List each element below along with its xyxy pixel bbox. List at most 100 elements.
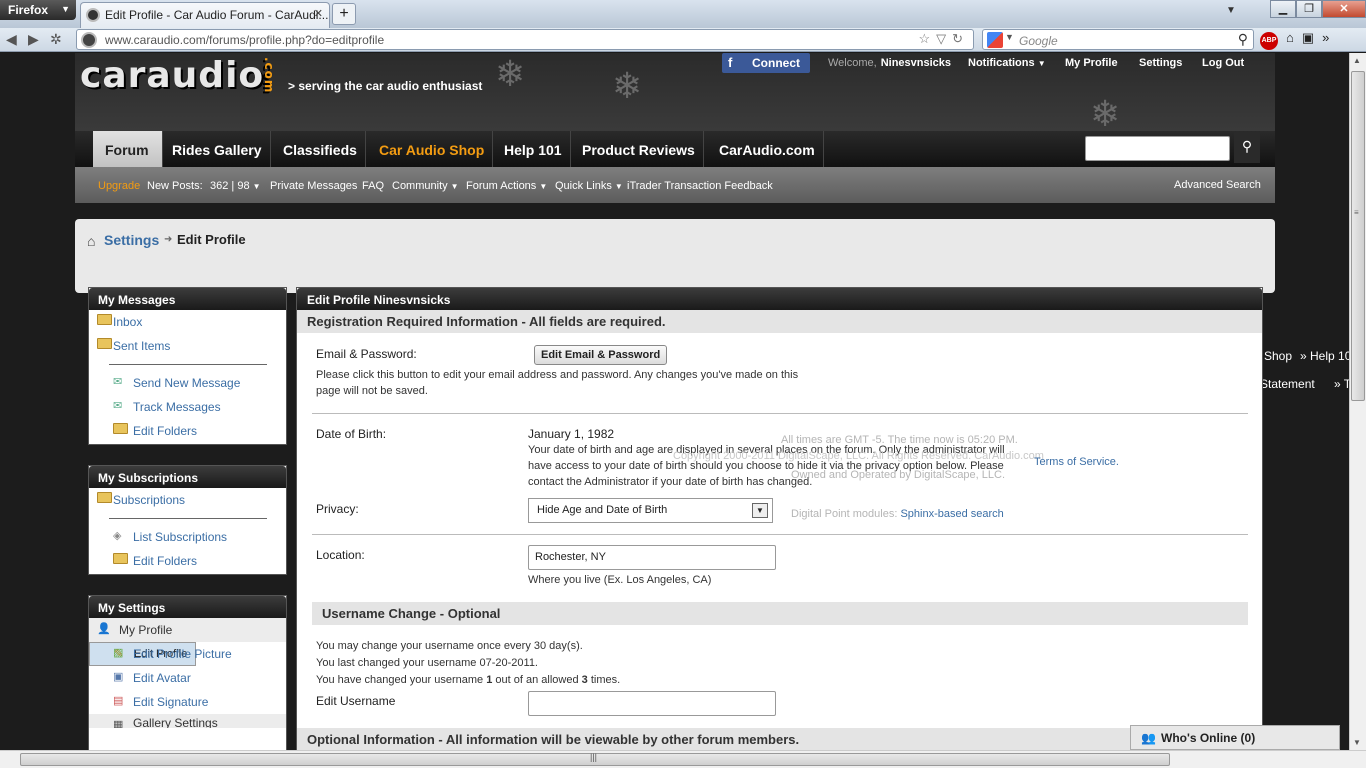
tab-classifieds[interactable]: Classifieds [275, 131, 366, 167]
send-message-icon: ✉ [113, 376, 123, 388]
scrollbar-thumb[interactable] [1351, 71, 1365, 401]
sidebar-item-edit-signature[interactable]: ▤ Edit Signature [89, 690, 286, 714]
scroll-down-icon[interactable]: ▼ [1353, 738, 1361, 747]
sidebar-item-edit-avatar[interactable]: ▣ Edit Avatar [89, 666, 286, 690]
my-profile-link[interactable]: My Profile [1065, 57, 1118, 69]
sidebar-item-send-new-message[interactable]: ✉ Send New Message [89, 371, 286, 395]
tab-product-reviews[interactable]: Product Reviews [574, 131, 704, 167]
whos-online-bar[interactable]: 👥 Who's Online (0) [1130, 725, 1340, 750]
search-icon[interactable]: ⚲ [1238, 31, 1248, 48]
faq-link[interactable]: FAQ [362, 180, 384, 192]
menu-icon[interactable]: » [1322, 30, 1329, 45]
logout-link[interactable]: Log Out [1202, 57, 1244, 69]
settings-link[interactable]: Settings [1139, 57, 1182, 69]
address-bar[interactable]: www.caraudio.com/forums/profile.php?do=e… [76, 29, 974, 50]
adblock-icon[interactable]: ABP [1260, 32, 1278, 50]
notifications-menu[interactable]: Notifications ▼ [968, 57, 1046, 69]
home-icon[interactable]: ⌂ [1286, 30, 1294, 45]
sidebar-item-gallery-settings[interactable]: ▦ Gallery Settings [89, 714, 286, 728]
tab-rides-gallery[interactable]: Rides Gallery [164, 131, 271, 167]
community-menu[interactable]: Community ▼ [392, 180, 459, 192]
footer-link-statement[interactable]: Statement [1260, 377, 1315, 391]
new-posts-count-text: 362 | 98 [210, 180, 250, 192]
search-engine-box[interactable]: ▼ Google ⚲ [982, 29, 1254, 50]
close-window-icon[interactable]: ✕ [1322, 0, 1366, 18]
my-messages-header: My Messages [89, 288, 286, 310]
sidebar-item-label: Subscriptions [113, 493, 186, 507]
bookmark-star-icon[interactable]: ☆▽↻ [918, 31, 969, 47]
itrader-link[interactable]: iTrader Transaction Feedback [627, 180, 773, 192]
tab-title: Edit Profile - Car Audio Forum - CarAudi… [105, 8, 329, 22]
sidebar-item-edit-folders[interactable]: Edit Folders [89, 419, 286, 443]
my-subscriptions-header: My Subscriptions [89, 466, 286, 488]
site-logo[interactable]: caraudio .com [80, 55, 276, 96]
footer-link-shop[interactable]: Shop [1264, 349, 1292, 363]
chevron-down-icon[interactable]: ▼ [1005, 32, 1014, 42]
ghost-sphinx-link[interactable]: Sphinx-based search [900, 508, 1003, 520]
ghost-dp-label: Digital Point modules: [791, 508, 898, 520]
advanced-search-link[interactable]: Advanced Search [1174, 179, 1261, 191]
forum-actions-menu[interactable]: Forum Actions ▼ [466, 180, 547, 192]
divider [109, 364, 267, 365]
firefox-menu-button[interactable]: Firefox ▼ [0, 0, 76, 20]
new-tab-button[interactable]: + [332, 3, 356, 25]
new-posts-counts[interactable]: 362 | 98 ▼ [210, 180, 260, 192]
sidebar-item-label: Edit Avatar [133, 671, 191, 685]
maximize-icon[interactable]: ❐ [1296, 0, 1322, 18]
site-favicon-icon [81, 32, 97, 48]
sidebar-item-label: Sent Items [113, 339, 171, 353]
welcome-text: Welcome, Ninesvnsicks [828, 57, 951, 69]
sidebar-item-label: Edit Folders [133, 554, 198, 568]
facebook-connect-button[interactable]: f Connect [722, 53, 810, 73]
toolbar-icons: ABP ⌂ ▣ » [1260, 30, 1337, 50]
vertical-scrollbar[interactable]: ▲ ≡ ▼ [1349, 53, 1366, 750]
edit-email-password-button[interactable]: Edit Email & Password [534, 345, 668, 365]
username-description-line2: You last changed your username 07-20-201… [316, 657, 538, 669]
my-settings-block: My Settings 👤 My Profile ✎ Edit Profile ▨ E… [88, 595, 287, 750]
sidebar-item-inbox[interactable]: Inbox [89, 310, 286, 334]
upgrade-link[interactable]: Upgrade [98, 180, 140, 192]
sidebar-item-list-subscriptions[interactable]: ◈ List Subscriptions [89, 525, 286, 549]
tab-help-101[interactable]: Help 101 [496, 131, 571, 167]
back-icon[interactable]: ◀ [6, 31, 17, 48]
ghost-terms-link[interactable]: Terms of Service. [1034, 456, 1119, 468]
edit-username-input[interactable] [528, 691, 776, 716]
tab-caraudio-com[interactable]: CarAudio.com [711, 131, 824, 167]
tag-icon: ◈ [113, 530, 122, 542]
tab-forum[interactable]: Forum [93, 131, 163, 167]
addon-icon[interactable]: ▣ [1302, 30, 1314, 46]
home-icon[interactable]: ⌂ [87, 233, 95, 249]
sidebar-item-subscriptions[interactable]: Subscriptions [89, 488, 286, 512]
forward-icon[interactable]: ▶ [28, 31, 39, 48]
sidebar-item-track-messages[interactable]: ✉ Track Messages [89, 395, 286, 419]
search-icon[interactable]: ⚲ [1234, 132, 1260, 163]
sidebar-item-edit-profile-picture[interactable]: ▨ Edit Profile Picture [89, 642, 286, 666]
quick-links-menu[interactable]: Quick Links ▼ [555, 180, 623, 192]
chevron-down-icon: ▼ [450, 182, 459, 191]
privacy-select[interactable]: Hide Age and Date of Birth ▼ [528, 498, 773, 523]
footer-link-help[interactable]: » Help 10 [1300, 349, 1349, 363]
breadcrumb-settings-link[interactable]: Settings [104, 232, 159, 248]
tab-list-dropdown-icon[interactable]: ▼ [1226, 5, 1236, 16]
minimize-icon[interactable]: ▁ [1270, 0, 1296, 18]
site-identity-icon[interactable]: ✲ [50, 31, 62, 48]
tab-car-audio-shop[interactable]: Car Audio Shop [371, 131, 494, 167]
site-search-input[interactable] [1085, 136, 1230, 161]
grip-icon: ≡ [1354, 208, 1359, 217]
close-icon[interactable]: ✕ [314, 7, 323, 20]
horizontal-scrollbar[interactable]: ||| [0, 750, 1366, 768]
sidebar-item-sent-items[interactable]: Sent Items [89, 334, 286, 358]
ghost-time-text: All times are GMT -5. The time now is 05… [781, 434, 1018, 446]
private-messages-link[interactable]: Private Messages [270, 180, 357, 192]
chevron-down-icon: ▼ [1037, 59, 1046, 68]
location-input[interactable]: Rochester, NY [528, 545, 776, 570]
browser-tab[interactable]: Edit Profile - Car Audio Forum - CarAudi… [80, 2, 330, 28]
scroll-up-icon[interactable]: ▲ [1353, 56, 1361, 65]
divider [312, 413, 1248, 414]
welcome-username[interactable]: Ninesvnsicks [881, 57, 951, 69]
dob-description-line3: contact the Administrator if your date o… [528, 476, 813, 488]
sidebar-item-edit-subscription-folders[interactable]: Edit Folders [89, 549, 286, 573]
quick-links-label: Quick Links [555, 180, 612, 192]
sidebar-item-label: Inbox [113, 315, 143, 329]
snowflake-icon: ❄ [1090, 93, 1121, 134]
